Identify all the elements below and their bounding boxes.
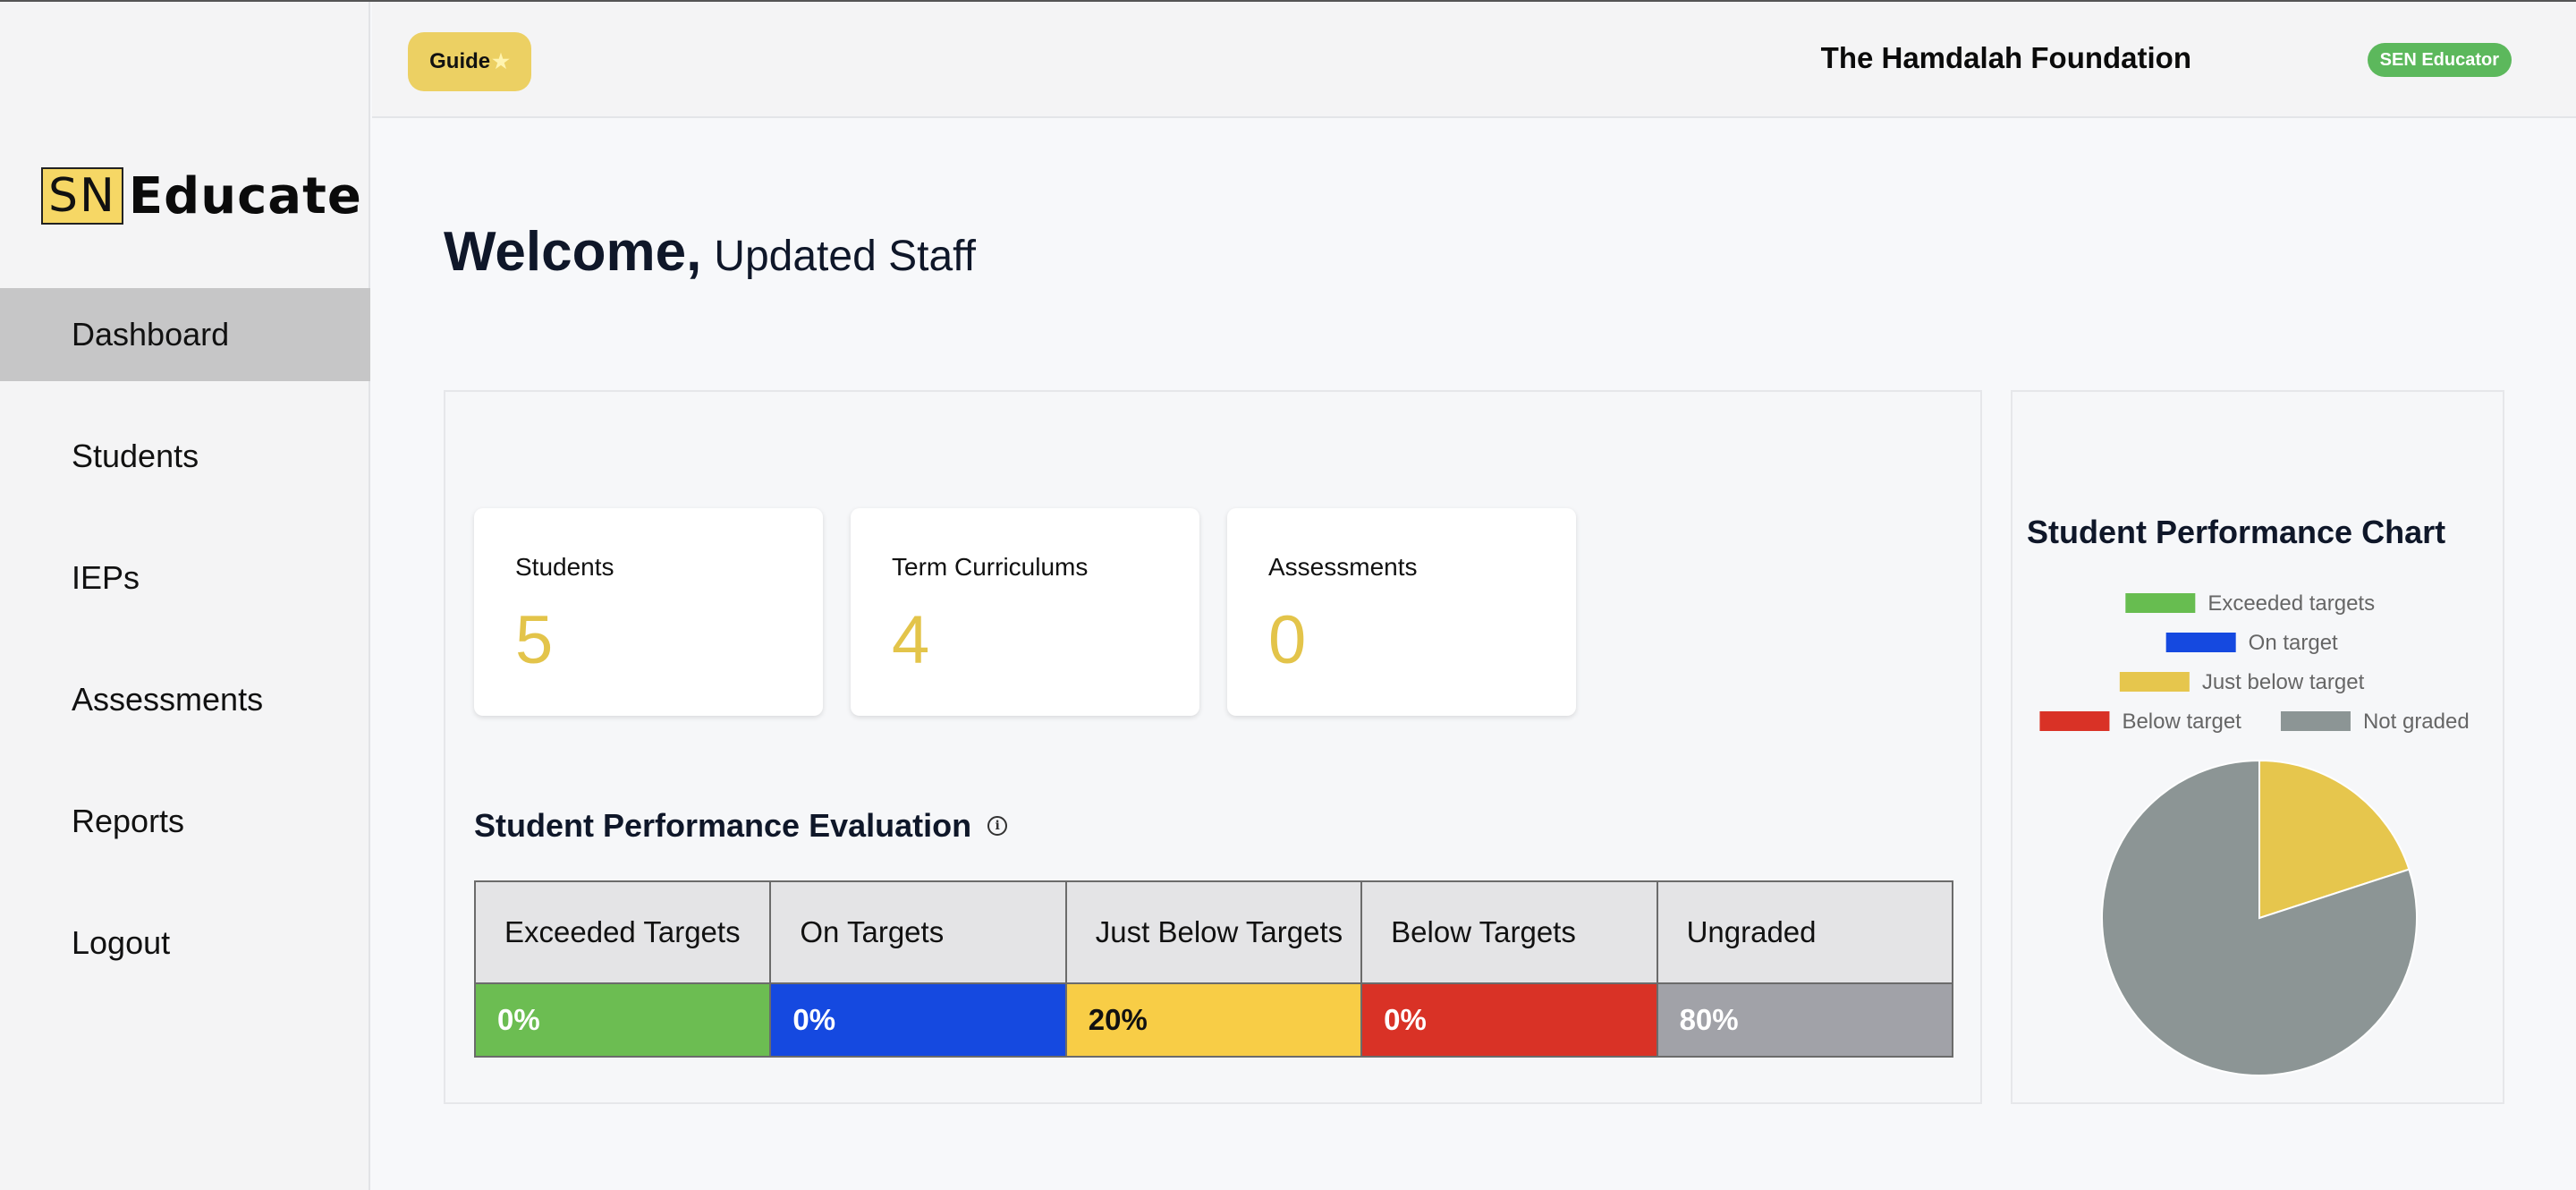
app-window: SN Educate Dashboard Students IEPs Asses… — [0, 0, 2576, 1190]
legend-swatch — [2119, 672, 2190, 692]
guide-button-label: Guide — [429, 49, 491, 73]
performance-pie-chart: Exceeded targets On target Just below targ… — [2039, 591, 2470, 1076]
percentage-cell-on-target: 0% — [769, 982, 1067, 1058]
stat-label: Assessments — [1268, 553, 1418, 581]
sidebar-item-label: Reports — [72, 803, 185, 839]
column-header: Ungraded — [1656, 880, 1954, 984]
sidebar-item-students[interactable]: Students — [0, 410, 370, 503]
dashboard-panel: Students 5 Term Curriculums 4 Assessment… — [444, 390, 1982, 1104]
legend-item[interactable]: On target — [2165, 631, 2338, 655]
stat-card-students[interactable]: Students 5 — [474, 508, 823, 716]
sidebar-item-label: Dashboard — [72, 316, 230, 353]
legend-item[interactable]: Just below target — [2119, 670, 2365, 694]
legend-swatch — [2280, 711, 2351, 731]
stat-label: Students — [515, 553, 614, 581]
legend-item[interactable]: Exceeded targets — [2125, 591, 2375, 616]
legend-label: Not graded — [2363, 710, 2470, 734]
legend-label: Exceeded targets — [2207, 591, 2375, 616]
legend-swatch — [2125, 593, 2196, 613]
chart-panel: Student Performance Chart Exceeded targe… — [2011, 390, 2504, 1104]
welcome-text: Welcome, — [444, 221, 702, 283]
percentage-cell-ungraded: 80% — [1656, 982, 1954, 1058]
sidebar-item-label: Logout — [72, 924, 171, 961]
legend-swatch — [2165, 633, 2236, 652]
sidebar-nav: Dashboard Students IEPs Assessments Repo… — [0, 288, 370, 1018]
legend-item[interactable]: Below target — [2039, 710, 2241, 734]
organization-name: The Hamdalah Foundation — [1820, 41, 2191, 74]
user-name: Updated Staff — [714, 233, 976, 280]
legend-swatch — [2039, 711, 2110, 731]
table-header-row: Exceeded Targets On Targets Just Below T… — [473, 880, 1954, 984]
stat-value: 5 — [515, 602, 554, 678]
stat-label: Term Curriculums — [892, 553, 1089, 581]
logo[interactable]: SN Educate — [41, 166, 362, 225]
stat-value: 4 — [892, 602, 930, 678]
sidebar-item-label: IEPs — [72, 559, 140, 596]
top-header: Guide ★ The Hamdalah Foundation SEN Educ… — [372, 2, 2576, 118]
legend-item[interactable]: Not graded — [2280, 710, 2470, 734]
percentage-cell-below: 0% — [1360, 982, 1658, 1058]
role-badge: SEN Educator — [2367, 43, 2512, 77]
info-icon[interactable]: i — [987, 816, 1008, 836]
evaluation-title-text: Student Performance Evaluation — [474, 807, 972, 844]
legend-label: Just below target — [2202, 670, 2365, 694]
percentage-cell-just-below: 20% — [1064, 982, 1363, 1058]
stat-card-assessments[interactable]: Assessments 0 — [1227, 508, 1576, 716]
percentage-cell-exceeded: 0% — [473, 982, 772, 1058]
evaluation-table: Exceeded Targets On Targets Just Below T… — [473, 880, 1954, 1058]
sidebar-item-assessments[interactable]: Assessments — [0, 653, 370, 746]
star-icon: ★ — [492, 50, 510, 72]
guide-button[interactable]: Guide ★ — [408, 32, 531, 91]
column-header: On Targets — [769, 880, 1067, 984]
legend-label: On target — [2249, 631, 2338, 655]
stat-card-term-curriculums[interactable]: Term Curriculums 4 — [851, 508, 1199, 716]
stat-value: 0 — [1268, 602, 1307, 678]
logo-text: Educate — [128, 166, 362, 225]
column-header: Just Below Targets — [1064, 880, 1363, 984]
sidebar-item-logout[interactable]: Logout — [0, 897, 370, 990]
welcome-heading: Welcome, Updated Staff — [444, 220, 976, 284]
evaluation-title: Student Performance Evaluation i — [474, 807, 1008, 845]
column-header: Below Targets — [1360, 880, 1658, 984]
logo-mark: SN — [41, 167, 123, 225]
sidebar: SN Educate Dashboard Students IEPs Asses… — [0, 2, 370, 1190]
legend-label: Below target — [2122, 710, 2241, 734]
sidebar-item-ieps[interactable]: IEPs — [0, 531, 370, 625]
sidebar-item-dashboard[interactable]: Dashboard — [0, 288, 370, 381]
sidebar-item-reports[interactable]: Reports — [0, 775, 370, 868]
column-header: Exceeded Targets — [473, 880, 772, 984]
table-row: 0% 0% 20% 0% 80% — [473, 982, 1954, 1058]
sidebar-item-label: Students — [72, 438, 199, 474]
sidebar-item-label: Assessments — [72, 681, 264, 718]
